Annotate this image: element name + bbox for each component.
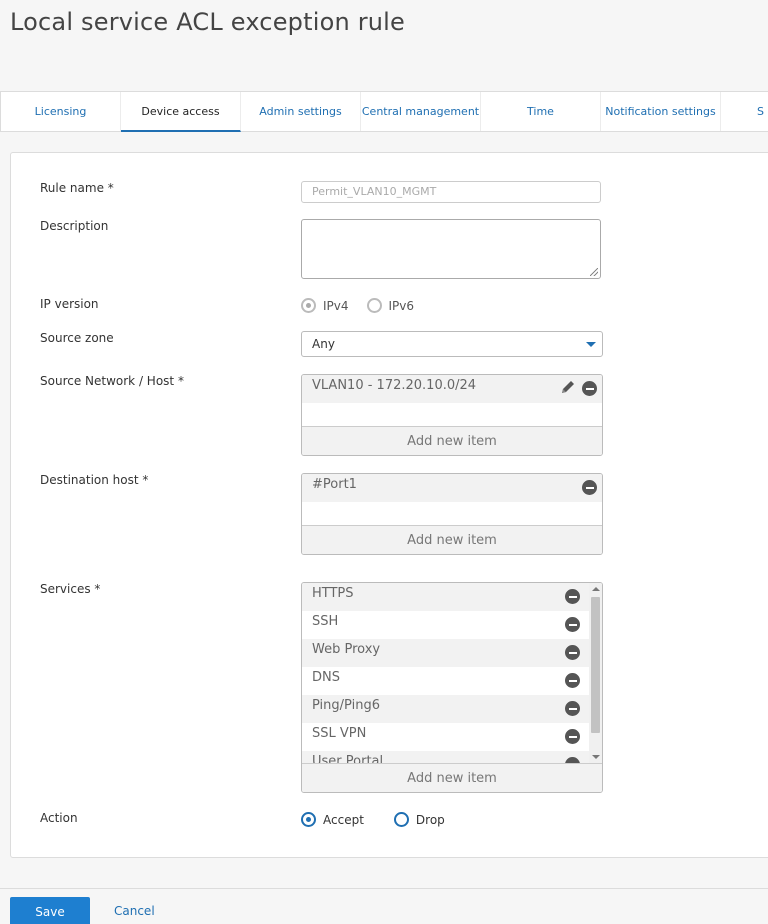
drop-radio[interactable] [393,812,409,827]
list-item: Ping/Ping6 [302,695,602,723]
list-item: HTTPS [302,583,602,611]
services-scrollbar[interactable] [589,583,602,763]
remove-icon[interactable] [565,589,580,604]
source-network-list: VLAN10 - 172.20.10.0/24 Add new item [301,374,603,456]
services-list: HTTPS SSH Web Proxy DNS Ping/Ping6 SSL V… [301,582,603,793]
ip-version-radio-group: IPv4 IPv6 [301,298,432,313]
source-zone-select[interactable]: Any [301,331,603,357]
list-item: #Port1 [302,474,602,502]
tab-admin-settings[interactable]: Admin settings [241,92,361,131]
source-network-label: Source Network / Host * [40,374,184,388]
service-item-label: SSL VPN [312,726,367,741]
source-zone-label: Source zone [40,331,114,345]
service-item-label: Web Proxy [312,642,381,657]
ipv4-label: IPv4 [323,298,349,313]
service-item-label: Ping/Ping6 [312,698,380,713]
action-radio-group: Accept Drop [301,812,463,827]
list-item: VLAN10 - 172.20.10.0/24 [302,375,602,403]
ipv6-radio[interactable] [366,298,382,313]
action-label: Action [40,811,78,825]
services-scroll-area[interactable]: HTTPS SSH Web Proxy DNS Ping/Ping6 SSL V… [302,583,602,763]
remove-icon[interactable] [565,617,580,632]
tab-licensing[interactable]: Licensing [1,92,121,131]
save-button[interactable]: Save [10,897,90,924]
ipv4-radio[interactable] [301,298,316,313]
destination-host-list: #Port1 Add new item [301,473,603,555]
description-label: Description [40,219,109,233]
list-item: DNS [302,667,602,695]
remove-icon[interactable] [565,645,580,660]
list-item: SSH [302,611,602,639]
tab-notification-settings[interactable]: Notification settings [601,92,721,131]
destination-host-label: Destination host * [40,473,149,487]
scrollbar-thumb[interactable] [591,597,600,733]
destination-host-item-label: #Port1 [312,477,357,492]
tab-device-access[interactable]: Device access [121,92,241,132]
resize-handle[interactable] [590,268,598,276]
service-item-label: User Portal [312,754,384,763]
tab-overflow[interactable]: S [721,92,768,131]
source-zone-value: Any [312,337,335,351]
drop-label: Drop [415,812,445,827]
list-item: User Portal [302,751,602,763]
chevron-down-icon [586,342,596,347]
tab-central-management[interactable]: Central management [361,92,481,131]
scroll-up-arrow-icon[interactable] [592,587,600,591]
services-label: Services * [40,582,101,596]
description-textarea[interactable] [301,219,601,279]
ipv6-label: IPv6 [388,298,415,313]
scroll-down-arrow-icon[interactable] [592,755,600,759]
remove-icon[interactable] [565,729,580,744]
ip-version-label: IP version [40,297,99,311]
service-item-label: HTTPS [312,586,354,601]
rule-form: Rule name * Permit_VLAN10_MGMT Descripti… [10,152,768,858]
list-item: Web Proxy [302,639,602,667]
footer-bar: Save Cancel [0,888,768,924]
remove-icon[interactable] [582,480,597,495]
remove-icon[interactable] [582,381,597,396]
tab-bar: Licensing Device access Admin settings C… [0,91,768,132]
add-service-button[interactable]: Add new item [302,763,602,792]
service-item-label: DNS [312,670,340,685]
rule-name-input[interactable]: Permit_VLAN10_MGMT [301,181,601,203]
remove-icon[interactable] [565,757,580,763]
accept-radio[interactable] [301,812,316,827]
add-destination-host-button[interactable]: Add new item [302,525,602,554]
rule-name-label: Rule name * [40,181,114,195]
service-item-label: SSH [312,614,339,629]
list-blank [302,502,602,525]
source-network-item-label: VLAN10 - 172.20.10.0/24 [312,378,477,393]
remove-icon[interactable] [565,701,580,716]
accept-label: Accept [323,812,364,827]
remove-icon[interactable] [565,673,580,688]
page-title: Local service ACL exception rule [10,8,406,36]
cancel-link[interactable]: Cancel [114,904,155,918]
add-source-network-button[interactable]: Add new item [302,426,602,455]
list-item: SSL VPN [302,723,602,751]
list-blank [302,403,602,426]
tab-time[interactable]: Time [481,92,601,131]
pencil-icon[interactable] [560,379,576,395]
